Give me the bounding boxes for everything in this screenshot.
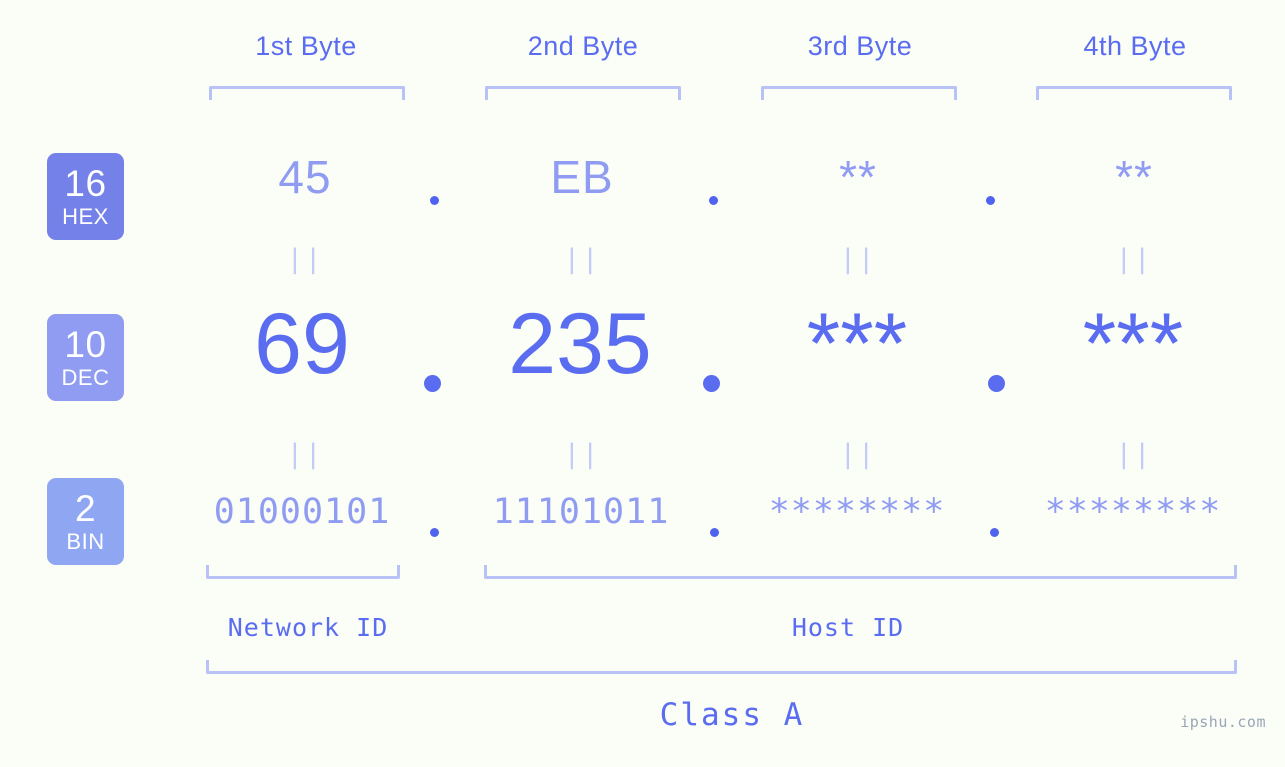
hex-byte-2: EB (550, 151, 614, 203)
bin-byte-2: 11101011 (492, 492, 670, 532)
byte-bracket-3 (761, 86, 957, 100)
hex-separator-3 (986, 196, 995, 205)
bin-byte-1: 01000101 (213, 492, 391, 532)
byte-header-4: 4th Byte (1083, 31, 1187, 61)
hex-separator-2 (709, 196, 718, 205)
network-id-bracket (206, 565, 400, 579)
byte-bracket-4 (1036, 86, 1232, 100)
dec-byte-2: 235 (508, 296, 652, 392)
bin-byte-4: ******** (1044, 492, 1222, 532)
base-badge-bin: 2 BIN (47, 478, 124, 565)
host-id-bracket (484, 565, 1237, 579)
equals-connector-hex-dec-1: || (286, 244, 324, 275)
network-id-label: Network ID (227, 613, 389, 642)
class-label: Class A (659, 697, 805, 733)
dec-byte-1: 69 (254, 296, 350, 392)
byte-header-2: 2nd Byte (527, 31, 639, 61)
base-badge-hex-name: HEX (62, 204, 109, 229)
base-badge-bin-number: 2 (74, 488, 97, 529)
ip-address-diagram: 1st Byte 2nd Byte 3rd Byte 4th Byte 16 H… (0, 0, 1285, 767)
equals-connector-hex-dec-3: || (839, 244, 877, 275)
class-bracket (206, 660, 1237, 674)
dec-separator-2 (703, 375, 720, 392)
equals-connector-dec-bin-2: || (563, 439, 601, 470)
dec-separator-3 (988, 375, 1005, 392)
hex-byte-4: ** (1115, 151, 1153, 203)
dec-byte-4: *** (1082, 296, 1184, 392)
byte-header-1: 1st Byte (255, 31, 357, 61)
dec-byte-3: *** (806, 296, 908, 392)
bin-separator-3 (990, 528, 999, 537)
dec-separator-1 (424, 375, 441, 392)
base-badge-dec-number: 10 (64, 324, 107, 365)
byte-bracket-2 (485, 86, 681, 100)
equals-connector-hex-dec-4: || (1115, 244, 1153, 275)
base-badge-dec: 10 DEC (47, 314, 124, 401)
base-badge-bin-name: BIN (66, 529, 105, 554)
bin-separator-2 (710, 528, 719, 537)
host-id-label: Host ID (791, 613, 905, 642)
equals-connector-dec-bin-1: || (286, 439, 324, 470)
hex-separator-1 (430, 196, 439, 205)
hex-byte-1: 45 (278, 151, 332, 203)
watermark: ipshu.com (1180, 713, 1266, 731)
base-badge-hex-number: 16 (64, 163, 107, 204)
byte-header-3: 3rd Byte (807, 31, 913, 61)
equals-connector-dec-bin-3: || (839, 439, 877, 470)
equals-connector-dec-bin-4: || (1115, 439, 1153, 470)
base-badge-dec-name: DEC (61, 365, 110, 390)
bin-byte-3: ******** (768, 492, 946, 532)
byte-bracket-1 (209, 86, 405, 100)
bin-separator-1 (430, 528, 439, 537)
equals-connector-hex-dec-2: || (563, 244, 601, 275)
base-badge-hex: 16 HEX (47, 153, 124, 240)
hex-byte-3: ** (839, 151, 877, 203)
